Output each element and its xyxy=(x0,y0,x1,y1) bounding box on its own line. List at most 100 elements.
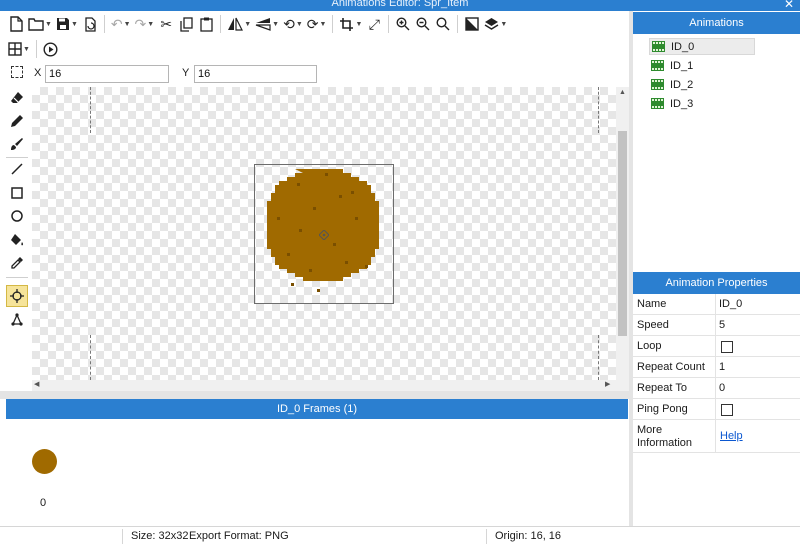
chevron-down-icon[interactable]: ▼ xyxy=(147,21,154,28)
save-icon[interactable]: ▼ xyxy=(54,13,80,35)
rectangle-icon[interactable] xyxy=(6,182,28,204)
chevron-down-icon[interactable]: ▼ xyxy=(124,21,131,28)
animation-item-id-3[interactable]: ID_3 xyxy=(649,95,755,112)
prop-row-speed: Speed 5 xyxy=(633,315,800,336)
help-link[interactable]: Help xyxy=(720,430,743,442)
ellipse-icon[interactable] xyxy=(6,205,28,227)
origin-marker-icon[interactable] xyxy=(319,230,329,240)
canvas-guide-line xyxy=(90,335,91,380)
canvas-horizontal-scrollbar[interactable]: ◀ ▶ xyxy=(32,380,616,391)
export-icon[interactable] xyxy=(80,13,100,35)
prop-name-value[interactable]: ID_0 xyxy=(719,298,742,310)
prop-divider xyxy=(715,378,716,398)
grid-icon[interactable]: ▼ xyxy=(6,38,32,60)
chevron-down-icon[interactable]: ▼ xyxy=(244,21,251,28)
frames-strip: 0 xyxy=(6,419,628,525)
status-export-format: Export Format: PNG xyxy=(189,530,289,542)
prop-label: Speed xyxy=(637,319,669,331)
prop-repeat-to-value[interactable]: 0 xyxy=(719,382,725,394)
grayscale-icon[interactable] xyxy=(462,13,482,35)
chevron-down-icon[interactable]: ▼ xyxy=(320,21,327,28)
animation-item-id-2[interactable]: ID_2 xyxy=(649,76,755,93)
rotate-left-icon[interactable]: ⟲ ▼ xyxy=(281,13,305,35)
prop-divider xyxy=(715,336,716,356)
animations-header: Animations xyxy=(633,12,800,34)
undo-icon[interactable]: ↶ ▼ xyxy=(109,13,133,35)
crop-icon[interactable]: ▼ xyxy=(337,13,364,35)
prop-row-repeat-to: Repeat To 0 xyxy=(633,378,800,399)
prop-row-more-information: More Information Help xyxy=(633,420,800,453)
fill-bucket-icon[interactable] xyxy=(6,229,28,251)
canvas-vertical-scrollbar[interactable]: ▲ xyxy=(616,87,629,380)
frame-thumbnail[interactable] xyxy=(32,449,57,474)
flip-horizontal-icon[interactable]: ▼ xyxy=(225,13,253,35)
loop-checkbox[interactable] xyxy=(721,341,733,353)
copy-icon[interactable] xyxy=(176,13,196,35)
canvas-guide-line xyxy=(598,335,599,380)
sprite-pixel-circle xyxy=(267,169,379,281)
prop-divider xyxy=(715,420,716,452)
frames-header: ID_0 Frames (1) xyxy=(6,399,628,419)
animation-label: ID_2 xyxy=(670,78,694,91)
brush-icon[interactable] xyxy=(6,133,28,155)
skeleton-icon[interactable] xyxy=(6,309,28,331)
y-input[interactable] xyxy=(194,65,317,83)
x-input[interactable] xyxy=(45,65,169,83)
new-file-icon[interactable] xyxy=(6,13,26,35)
zoom-in-icon[interactable] xyxy=(393,13,413,35)
toolbar-divider xyxy=(332,15,334,33)
animation-item-id-1[interactable]: ID_1 xyxy=(649,57,755,74)
y-label: Y xyxy=(182,67,190,79)
open-folder-icon[interactable]: ▼ xyxy=(26,13,54,35)
scroll-up-icon[interactable]: ▲ xyxy=(616,89,629,96)
prop-speed-value[interactable]: 5 xyxy=(719,319,725,331)
sprite-canvas[interactable] xyxy=(32,87,616,380)
chevron-down-icon[interactable]: ▼ xyxy=(500,21,507,28)
flip-vertical-icon[interactable]: ▼ xyxy=(253,13,281,35)
chevron-down-icon[interactable]: ▼ xyxy=(71,21,78,28)
chevron-down-icon[interactable]: ▼ xyxy=(272,21,279,28)
rotate-right-icon[interactable]: ⟳ ▼ xyxy=(305,13,329,35)
film-strip-icon xyxy=(651,98,664,109)
eyedropper-icon[interactable] xyxy=(6,252,28,274)
selection-icon[interactable] xyxy=(11,66,23,78)
prop-label: Name xyxy=(637,298,667,310)
chevron-down-icon[interactable]: ▼ xyxy=(45,21,52,28)
layers-icon[interactable]: ▼ xyxy=(482,13,509,35)
toolbar-divider xyxy=(103,15,105,33)
prop-divider xyxy=(715,399,716,419)
cut-icon[interactable]: ✂ xyxy=(156,13,176,35)
pencil-icon[interactable] xyxy=(6,110,28,132)
redo-icon[interactable]: ↷ ▼ xyxy=(133,13,157,35)
toolbar-divider xyxy=(35,40,37,58)
line-icon[interactable] xyxy=(6,158,28,180)
selection-coords-bar: X Y xyxy=(0,63,632,85)
zoom-out-icon[interactable] xyxy=(413,13,433,35)
prop-divider xyxy=(715,294,716,314)
status-size: Size: 32x32 xyxy=(131,530,189,542)
status-origin: Origin: 16, 16 xyxy=(495,530,562,542)
chevron-down-icon[interactable]: ▼ xyxy=(296,21,303,28)
canvas-guide-line xyxy=(598,87,599,133)
zoom-reset-icon[interactable] xyxy=(433,13,453,35)
tool-divider xyxy=(6,277,28,278)
canvas-guide-line xyxy=(90,87,91,133)
chevron-down-icon[interactable]: ▼ xyxy=(355,21,362,28)
resize-icon[interactable]: ⤢ xyxy=(364,13,384,35)
play-icon[interactable] xyxy=(41,38,61,60)
animation-item-id-0[interactable]: ID_0 xyxy=(649,38,755,55)
toolbar-divider xyxy=(388,15,390,33)
scroll-left-icon[interactable]: ◀ xyxy=(34,380,39,388)
horizontal-splitter[interactable] xyxy=(0,391,629,399)
paste-icon[interactable] xyxy=(196,13,216,35)
secondary-toolbar: ▼ xyxy=(0,37,632,61)
prop-repeat-count-value[interactable]: 1 xyxy=(719,361,725,373)
close-icon[interactable]: ✕ xyxy=(784,0,794,11)
origin-icon[interactable] xyxy=(6,285,28,307)
scroll-thumb[interactable] xyxy=(618,131,627,336)
ping-pong-checkbox[interactable] xyxy=(721,404,733,416)
film-strip-icon xyxy=(651,79,664,90)
scroll-right-icon[interactable]: ▶ xyxy=(605,380,610,388)
eraser-icon[interactable] xyxy=(6,86,28,108)
chevron-down-icon[interactable]: ▼ xyxy=(23,46,30,53)
